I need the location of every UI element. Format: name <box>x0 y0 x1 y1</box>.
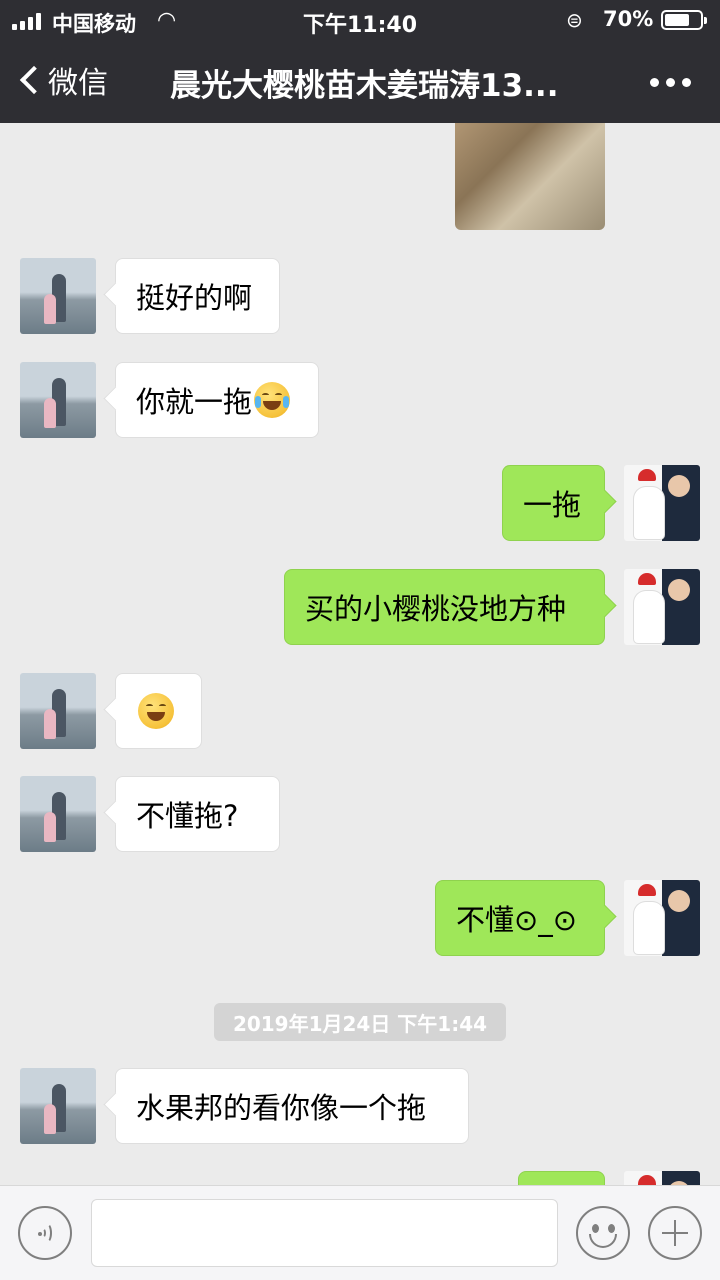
outgoing-message[interactable]: 不懂⊙_⊙ <box>435 880 605 956</box>
nav-bar: 微信 晨光大樱桃苗木姜瑞涛13... <box>0 40 720 123</box>
header: 中国移动 ◠ 下午11:40 ⊜ 70% 微信 晨光大樱桃苗木姜瑞涛13... <box>0 0 720 123</box>
chevron-left-icon <box>19 65 49 95</box>
incoming-message[interactable] <box>115 673 202 749</box>
voice-input-button[interactable] <box>18 1206 72 1260</box>
contact-avatar[interactable] <box>20 362 96 438</box>
contact-avatar[interactable] <box>20 258 96 334</box>
battery-icon <box>661 10 707 30</box>
timestamp-label: 2019年1月24日 下午1:44 <box>214 1003 506 1041</box>
message-text: 不懂拖? <box>136 799 239 833</box>
dot-icon <box>682 78 691 87</box>
dot-icon <box>650 78 659 87</box>
emoji-button[interactable] <box>576 1206 630 1260</box>
grinning-emoji-icon <box>138 693 174 729</box>
message-text: 一拖 <box>523 488 582 522</box>
crying-laughing-emoji-icon <box>254 382 291 418</box>
outgoing-message[interactable] <box>518 1171 605 1185</box>
outgoing-message[interactable]: 买的小樱桃没地方种 <box>284 569 605 645</box>
contact-avatar[interactable] <box>20 1068 96 1144</box>
incoming-message[interactable]: 挺好的啊 <box>115 258 280 334</box>
rotation-lock-icon: ⊜ <box>566 8 583 32</box>
contact-avatar[interactable] <box>20 776 96 852</box>
incoming-message[interactable]: 你就一拖 <box>115 362 319 438</box>
status-bar: 中国移动 ◠ 下午11:40 ⊜ 70% <box>0 0 720 40</box>
message-text: 买的小樱桃没地方种 <box>305 592 567 626</box>
more-options-button[interactable] <box>650 78 691 87</box>
message-text: 你就一拖 <box>136 385 253 419</box>
my-avatar[interactable] <box>624 1171 700 1185</box>
smiley-icon <box>592 1224 599 1233</box>
plus-button[interactable] <box>648 1206 702 1260</box>
input-bar <box>0 1185 720 1280</box>
incoming-message[interactable]: 不懂拖? <box>115 776 280 852</box>
battery-percent: 70% <box>603 7 654 31</box>
chat-title: 晨光大樱桃苗木姜瑞涛13... <box>170 68 559 104</box>
message-text: 不懂⊙_⊙ <box>456 903 578 937</box>
chat-area[interactable]: 挺好的啊 你就一拖 一拖 买的小樱桃没地方种 不懂拖? 不懂⊙_⊙ 2019年1… <box>0 123 720 1185</box>
my-avatar[interactable] <box>624 880 700 956</box>
incoming-message[interactable]: 水果邦的看你像一个拖 <box>115 1068 469 1144</box>
my-avatar[interactable] <box>624 569 700 645</box>
back-button[interactable]: 微信 <box>18 56 108 104</box>
contact-avatar[interactable] <box>20 673 96 749</box>
image-message[interactable] <box>455 123 605 230</box>
outgoing-message[interactable]: 一拖 <box>502 465 605 541</box>
dot-icon <box>666 78 675 87</box>
message-text: 水果邦的看你像一个拖 <box>136 1091 427 1125</box>
my-avatar[interactable] <box>624 465 700 541</box>
back-label: 微信 <box>48 66 108 101</box>
message-text: 挺好的啊 <box>136 281 253 315</box>
message-input[interactable] <box>91 1199 558 1267</box>
